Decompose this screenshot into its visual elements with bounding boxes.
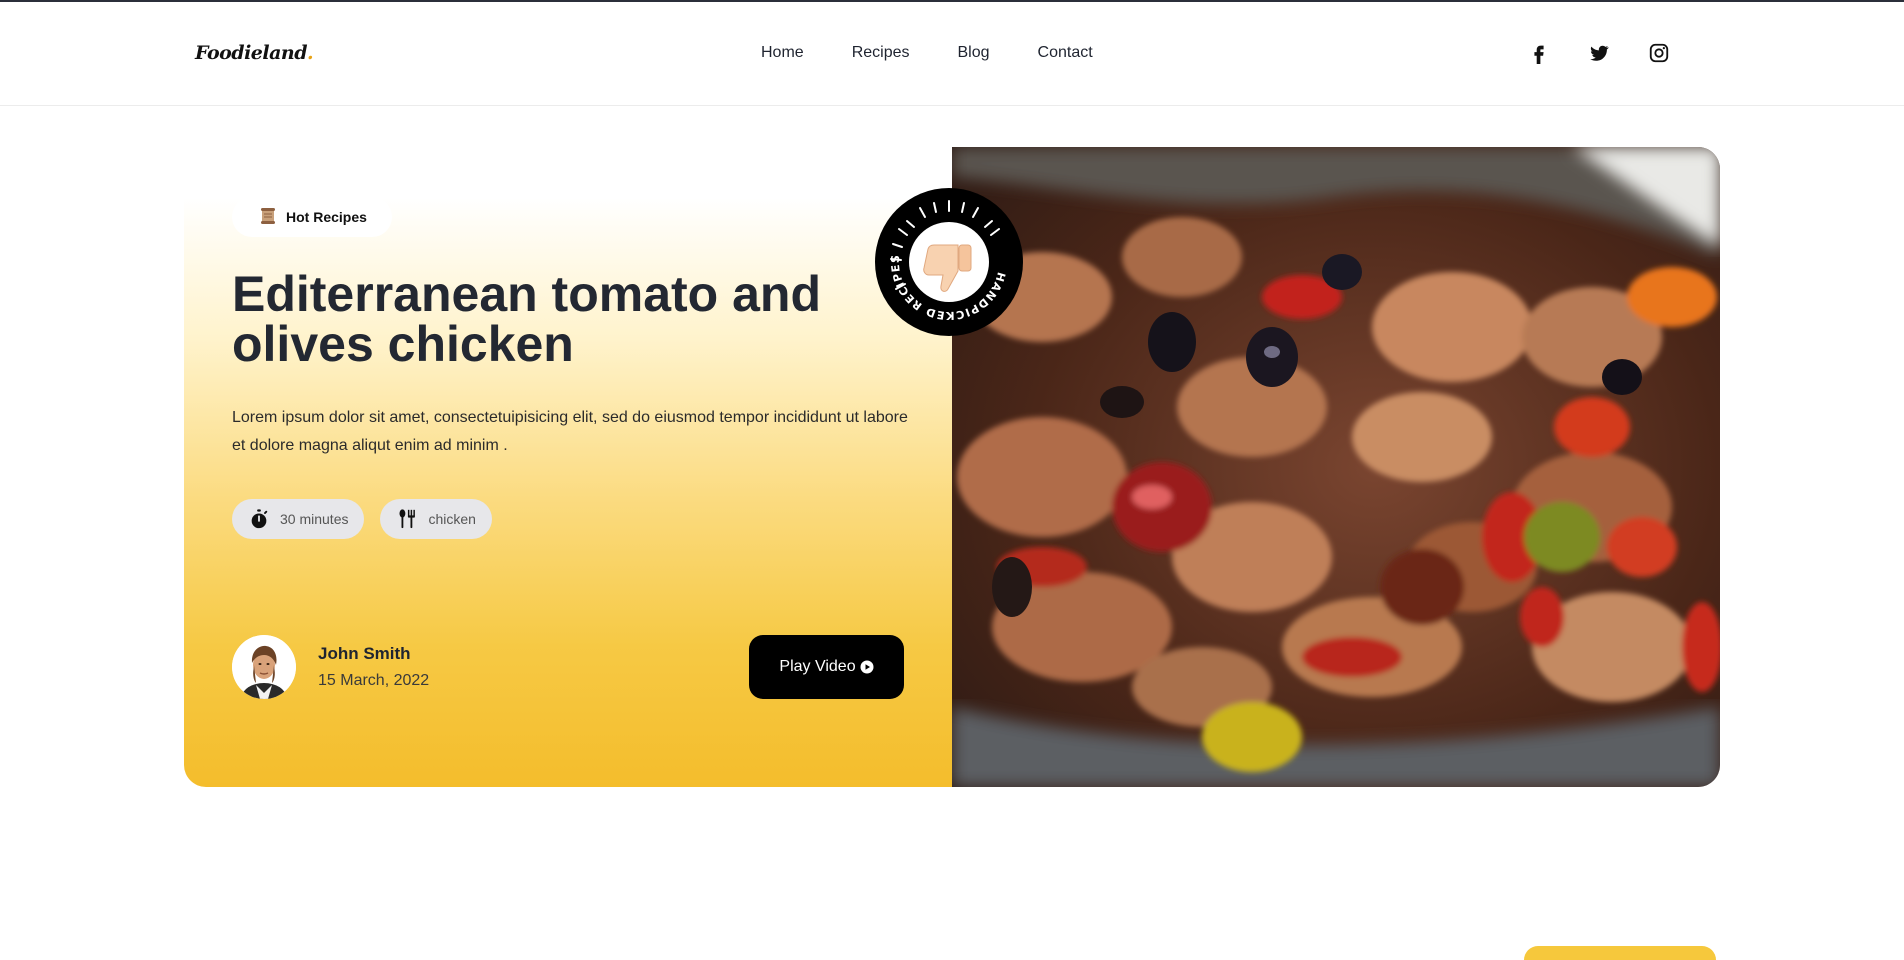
instagram-icon[interactable]	[1648, 42, 1670, 64]
nav-blog-link[interactable]: Blog	[958, 44, 990, 62]
top-navigation: Foodieland. Home Recipes Blog Contact	[0, 2, 1904, 106]
brand-logo[interactable]: Foodieland.	[195, 42, 314, 64]
timer-icon	[248, 508, 270, 530]
hero-section: Hot Recipes Editerranean tomato and oliv…	[184, 147, 1720, 787]
tag-label: Hot Recipes	[286, 209, 367, 225]
author-block: John Smith 15 March, 2022	[232, 635, 429, 699]
twitter-icon[interactable]	[1588, 42, 1610, 64]
hot-recipes-tag: Hot Recipes	[232, 197, 392, 237]
social-links	[1528, 42, 1670, 64]
author-name[interactable]: John Smith	[318, 644, 429, 664]
brand-dot: .	[307, 42, 314, 64]
facebook-icon[interactable]	[1528, 42, 1550, 64]
time-chip-label: 30 minutes	[280, 511, 349, 527]
author-avatar[interactable]	[232, 635, 296, 699]
hero-content-panel: Hot Recipes Editerranean tomato and oliv…	[184, 147, 952, 787]
play-circle-icon	[860, 660, 874, 674]
nav-home-link[interactable]: Home	[761, 44, 804, 62]
recipe-description: Lorem ipsum dolor sit amet, consectetuip…	[232, 409, 908, 454]
next-section-button-clipped[interactable]	[1524, 946, 1716, 960]
fork-knife-icon	[396, 508, 418, 530]
time-chip: 30 minutes	[232, 499, 365, 539]
category-chip: chicken	[380, 499, 492, 539]
category-chip-label: chicken	[428, 511, 476, 527]
main-menu: Home Recipes Blog Contact	[761, 44, 1093, 62]
publish-date: 15 March, 2022	[318, 672, 430, 689]
nav-contact-link[interactable]: Contact	[1038, 44, 1093, 62]
play-video-label: Play Video	[779, 658, 856, 675]
scroll-icon	[258, 206, 278, 229]
recipe-title: Editerranean tomato and olives chicken	[232, 266, 821, 372]
recipe-meta: 30 minutes chicken	[232, 499, 492, 539]
play-video-button[interactable]: Play Video	[749, 635, 904, 699]
handpicked-recipes-badge: HANDPICKED RECIPES	[874, 187, 1024, 337]
brand-name: Foodieland	[195, 42, 308, 64]
author-info: John Smith 15 March, 2022	[318, 644, 429, 690]
nav-recipes-link[interactable]: Recipes	[852, 44, 910, 62]
hero-food-image	[952, 147, 1720, 787]
next-section-heading-clipped	[186, 944, 406, 953]
